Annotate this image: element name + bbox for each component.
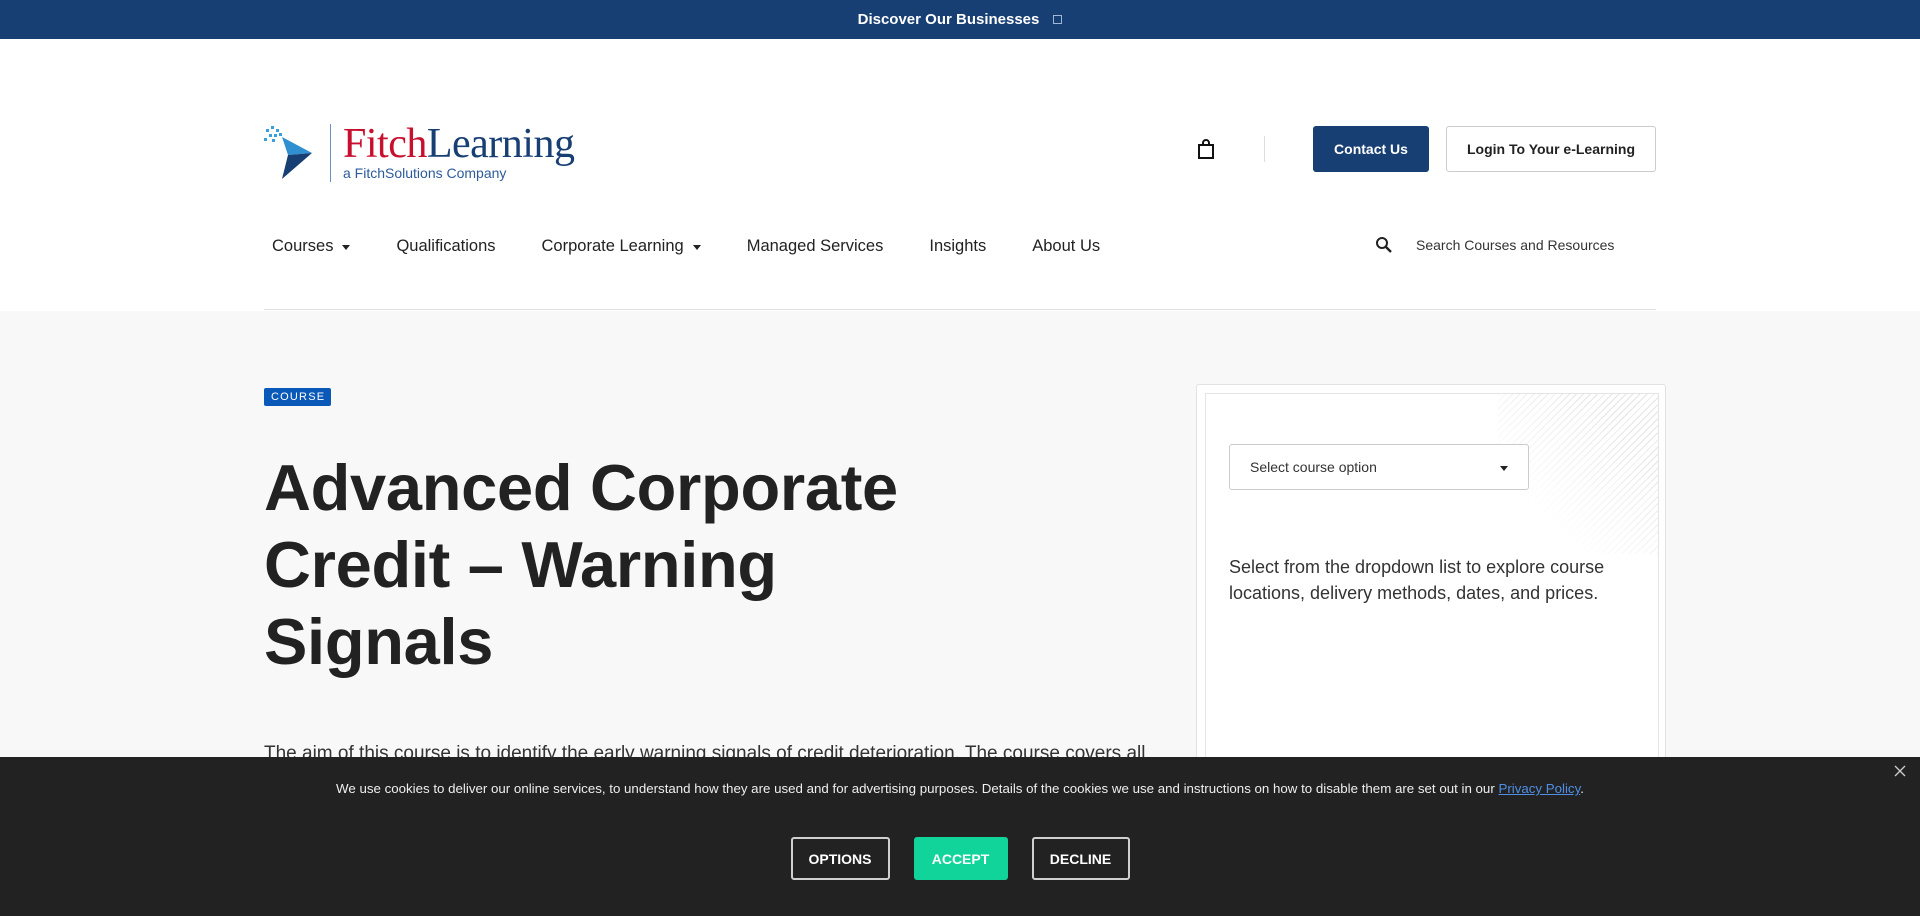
cookie-decline-button[interactable]: DECLINE: [1031, 837, 1130, 880]
logo-fitch-text: Fitch: [343, 121, 427, 167]
course-options-help-text: Select from the dropdown list to explore…: [1229, 557, 1605, 603]
cookie-options-button[interactable]: OPTIONS: [790, 837, 890, 880]
header-divider: [1264, 136, 1265, 162]
cookie-text-part: We use cookies to deliver our online ser…: [336, 781, 1499, 796]
nav-item-courses[interactable]: Courses: [272, 237, 351, 256]
cookie-accept-button[interactable]: ACCEPT: [913, 837, 1008, 880]
shopping-bag-icon[interactable]: [1194, 137, 1218, 161]
nav-label: About Us: [1032, 237, 1101, 255]
nav-label: Qualifications: [396, 237, 496, 255]
nav-item-qualifications[interactable]: Qualifications: [396, 237, 495, 256]
cookie-buttons: OPTIONS ACCEPT DECLINE: [0, 837, 1920, 880]
cookie-message: We use cookies to deliver our online ser…: [0, 781, 1920, 796]
fitch-learning-logo[interactable]: FitchLearning a FitchSolutions Company: [264, 121, 575, 183]
logo-learning-text: Learning: [426, 121, 575, 167]
cookie-text-end: .: [1580, 781, 1584, 796]
main-nav: Courses Qualifications Corporate Learnin…: [272, 237, 1146, 256]
nav-label: Courses: [272, 237, 334, 255]
caret-down-icon: [1500, 465, 1508, 471]
expand-icon[interactable]: [1053, 15, 1063, 24]
header-actions: Contact Us Login To Your e-Learning: [1194, 126, 1656, 172]
search-icon[interactable]: [1374, 235, 1394, 255]
page-title: Advanced Corporate Credit – Warning Sign…: [264, 451, 898, 678]
logo-arrow-icon: [264, 123, 320, 183]
nav-item-about-us[interactable]: About Us: [1032, 237, 1100, 256]
cookie-banner: We use cookies to deliver our online ser…: [0, 757, 1920, 916]
close-icon[interactable]: [1892, 763, 1908, 779]
nav-label: Corporate Learning: [541, 237, 684, 255]
search-bar: [1366, 235, 1656, 255]
caret-down-icon: [692, 245, 701, 250]
nav-label: Managed Services: [746, 237, 884, 255]
course-badge: COURSE: [264, 388, 332, 406]
nav-item-corporate-learning[interactable]: Corporate Learning: [542, 237, 701, 256]
contact-us-button[interactable]: Contact Us: [1313, 126, 1429, 172]
search-input[interactable]: [1416, 237, 1636, 253]
caret-down-icon: [342, 245, 351, 250]
privacy-policy-link[interactable]: Privacy Policy: [1498, 781, 1580, 796]
discover-businesses-bar[interactable]: Discover Our Businesses: [0, 0, 1920, 39]
header-divider-line: [264, 309, 1656, 310]
site-header: FitchLearning a FitchSolutions Company C…: [0, 39, 1920, 311]
login-elearning-button[interactable]: Login To Your e-Learning: [1446, 126, 1656, 172]
nav-label: Insights: [929, 237, 987, 255]
nav-item-managed-services[interactable]: Managed Services: [747, 237, 884, 256]
course-option-select[interactable]: Select course option: [1229, 444, 1529, 490]
nav-item-insights[interactable]: Insights: [929, 237, 986, 256]
logo-tagline: a FitchSolutions Company: [343, 165, 507, 181]
select-label: Select course option: [1250, 459, 1377, 475]
discover-businesses-label: Discover Our Businesses: [857, 11, 1040, 28]
